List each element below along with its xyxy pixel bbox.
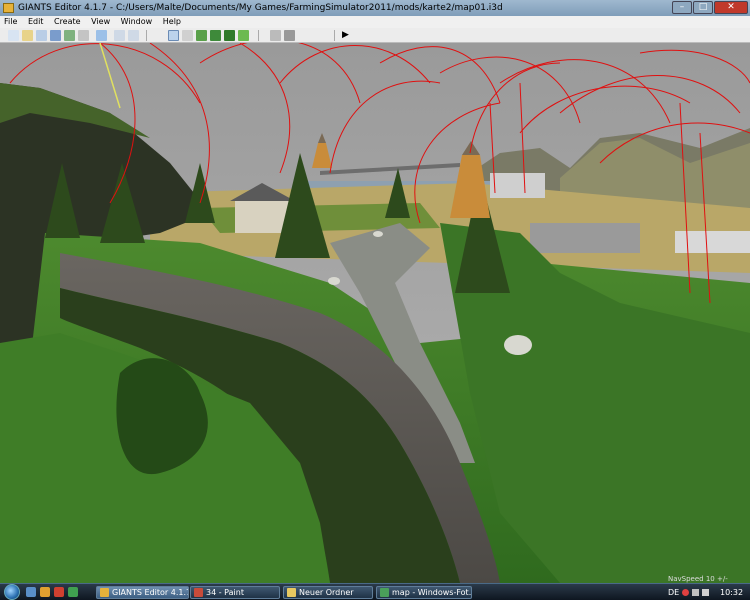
close-button[interactable]: ✕: [714, 1, 748, 14]
move-icon[interactable]: [182, 30, 193, 41]
menu-help[interactable]: Help: [159, 16, 185, 28]
minimize-button[interactable]: –: [672, 1, 692, 14]
task-label: map - Windows-Fot...: [392, 588, 472, 597]
task-photo-viewer[interactable]: map - Windows-Fot...: [376, 586, 472, 599]
paint-icon: [194, 588, 203, 597]
rock: [328, 277, 340, 285]
toolbar: ▶: [0, 28, 750, 43]
camera-icon[interactable]: [284, 30, 295, 41]
clock[interactable]: 10:32: [720, 586, 743, 599]
task-label: Neuer Ordner: [299, 588, 354, 597]
redo-icon[interactable]: [128, 30, 139, 41]
task-giants-editor[interactable]: GIANTS Editor 4.1.7 ...: [96, 586, 189, 599]
light-icon[interactable]: [270, 30, 281, 41]
save-icon[interactable]: [50, 30, 61, 41]
rock: [504, 335, 532, 355]
menu-file[interactable]: File: [0, 16, 21, 28]
editor-window: GIANTS Editor 4.1.7 - C:/Users/Malte/Doc…: [0, 0, 750, 583]
task-label: GIANTS Editor 4.1.7 ...: [112, 588, 188, 597]
network-icon[interactable]: [692, 589, 699, 596]
photo-viewer-icon: [380, 588, 389, 597]
menu-window[interactable]: Window: [117, 16, 157, 28]
warehouse: [530, 223, 640, 253]
task-label: 34 - Paint: [206, 588, 244, 597]
window-title: GIANTS Editor 4.1.7 - C:/Users/Malte/Doc…: [18, 3, 503, 13]
task-folder[interactable]: Neuer Ordner: [283, 586, 373, 599]
toolbar-separator: [146, 30, 147, 41]
3d-viewport[interactable]: [0, 43, 750, 583]
giants-editor-icon: [100, 588, 109, 597]
grass-icon[interactable]: [238, 30, 249, 41]
language-indicator[interactable]: DE: [668, 586, 679, 599]
toolbar-separator: [334, 30, 335, 41]
folder-icon: [287, 588, 296, 597]
menu-edit[interactable]: Edit: [24, 16, 48, 28]
hand-icon[interactable]: [96, 30, 107, 41]
start-button[interactable]: [4, 584, 20, 600]
toolbar-separator: [258, 30, 259, 41]
barn: [675, 231, 750, 253]
taskbar: GIANTS Editor 4.1.7 ... 34 - Paint Neuer…: [0, 583, 750, 600]
foliage-icon[interactable]: [224, 30, 235, 41]
open-icon[interactable]: [22, 30, 33, 41]
system-tray: DE 10:32: [668, 586, 750, 599]
new-icon[interactable]: [8, 30, 19, 41]
menu-view[interactable]: View: [87, 16, 114, 28]
quicklaunch-icon[interactable]: [68, 587, 78, 597]
cut-icon[interactable]: [78, 30, 89, 41]
quicklaunch-icon[interactable]: [26, 587, 36, 597]
maximize-button[interactable]: □: [693, 1, 713, 14]
terrain-icon[interactable]: [196, 30, 207, 41]
play-icon[interactable]: ▶: [340, 30, 351, 41]
menu-create[interactable]: Create: [50, 16, 85, 28]
select-icon[interactable]: [168, 30, 179, 41]
export-icon[interactable]: [64, 30, 75, 41]
nav-speed-readout: NavSpeed 10 +/-: [668, 575, 728, 583]
menu-bar: File Edit Create View Window Help: [0, 16, 750, 28]
title-bar[interactable]: GIANTS Editor 4.1.7 - C:/Users/Malte/Doc…: [0, 0, 750, 16]
security-icon[interactable]: [682, 589, 689, 596]
farmhouse: [235, 198, 290, 233]
undo-icon[interactable]: [114, 30, 125, 41]
task-paint[interactable]: 34 - Paint: [190, 586, 280, 599]
rock: [373, 231, 383, 237]
scene-render: [0, 43, 750, 583]
quicklaunch-icon[interactable]: [54, 587, 64, 597]
paint-icon[interactable]: [210, 30, 221, 41]
import-icon[interactable]: [36, 30, 47, 41]
volume-icon[interactable]: [702, 589, 709, 596]
app-icon: [3, 3, 14, 13]
silos: [490, 173, 545, 198]
quicklaunch-icon[interactable]: [40, 587, 50, 597]
